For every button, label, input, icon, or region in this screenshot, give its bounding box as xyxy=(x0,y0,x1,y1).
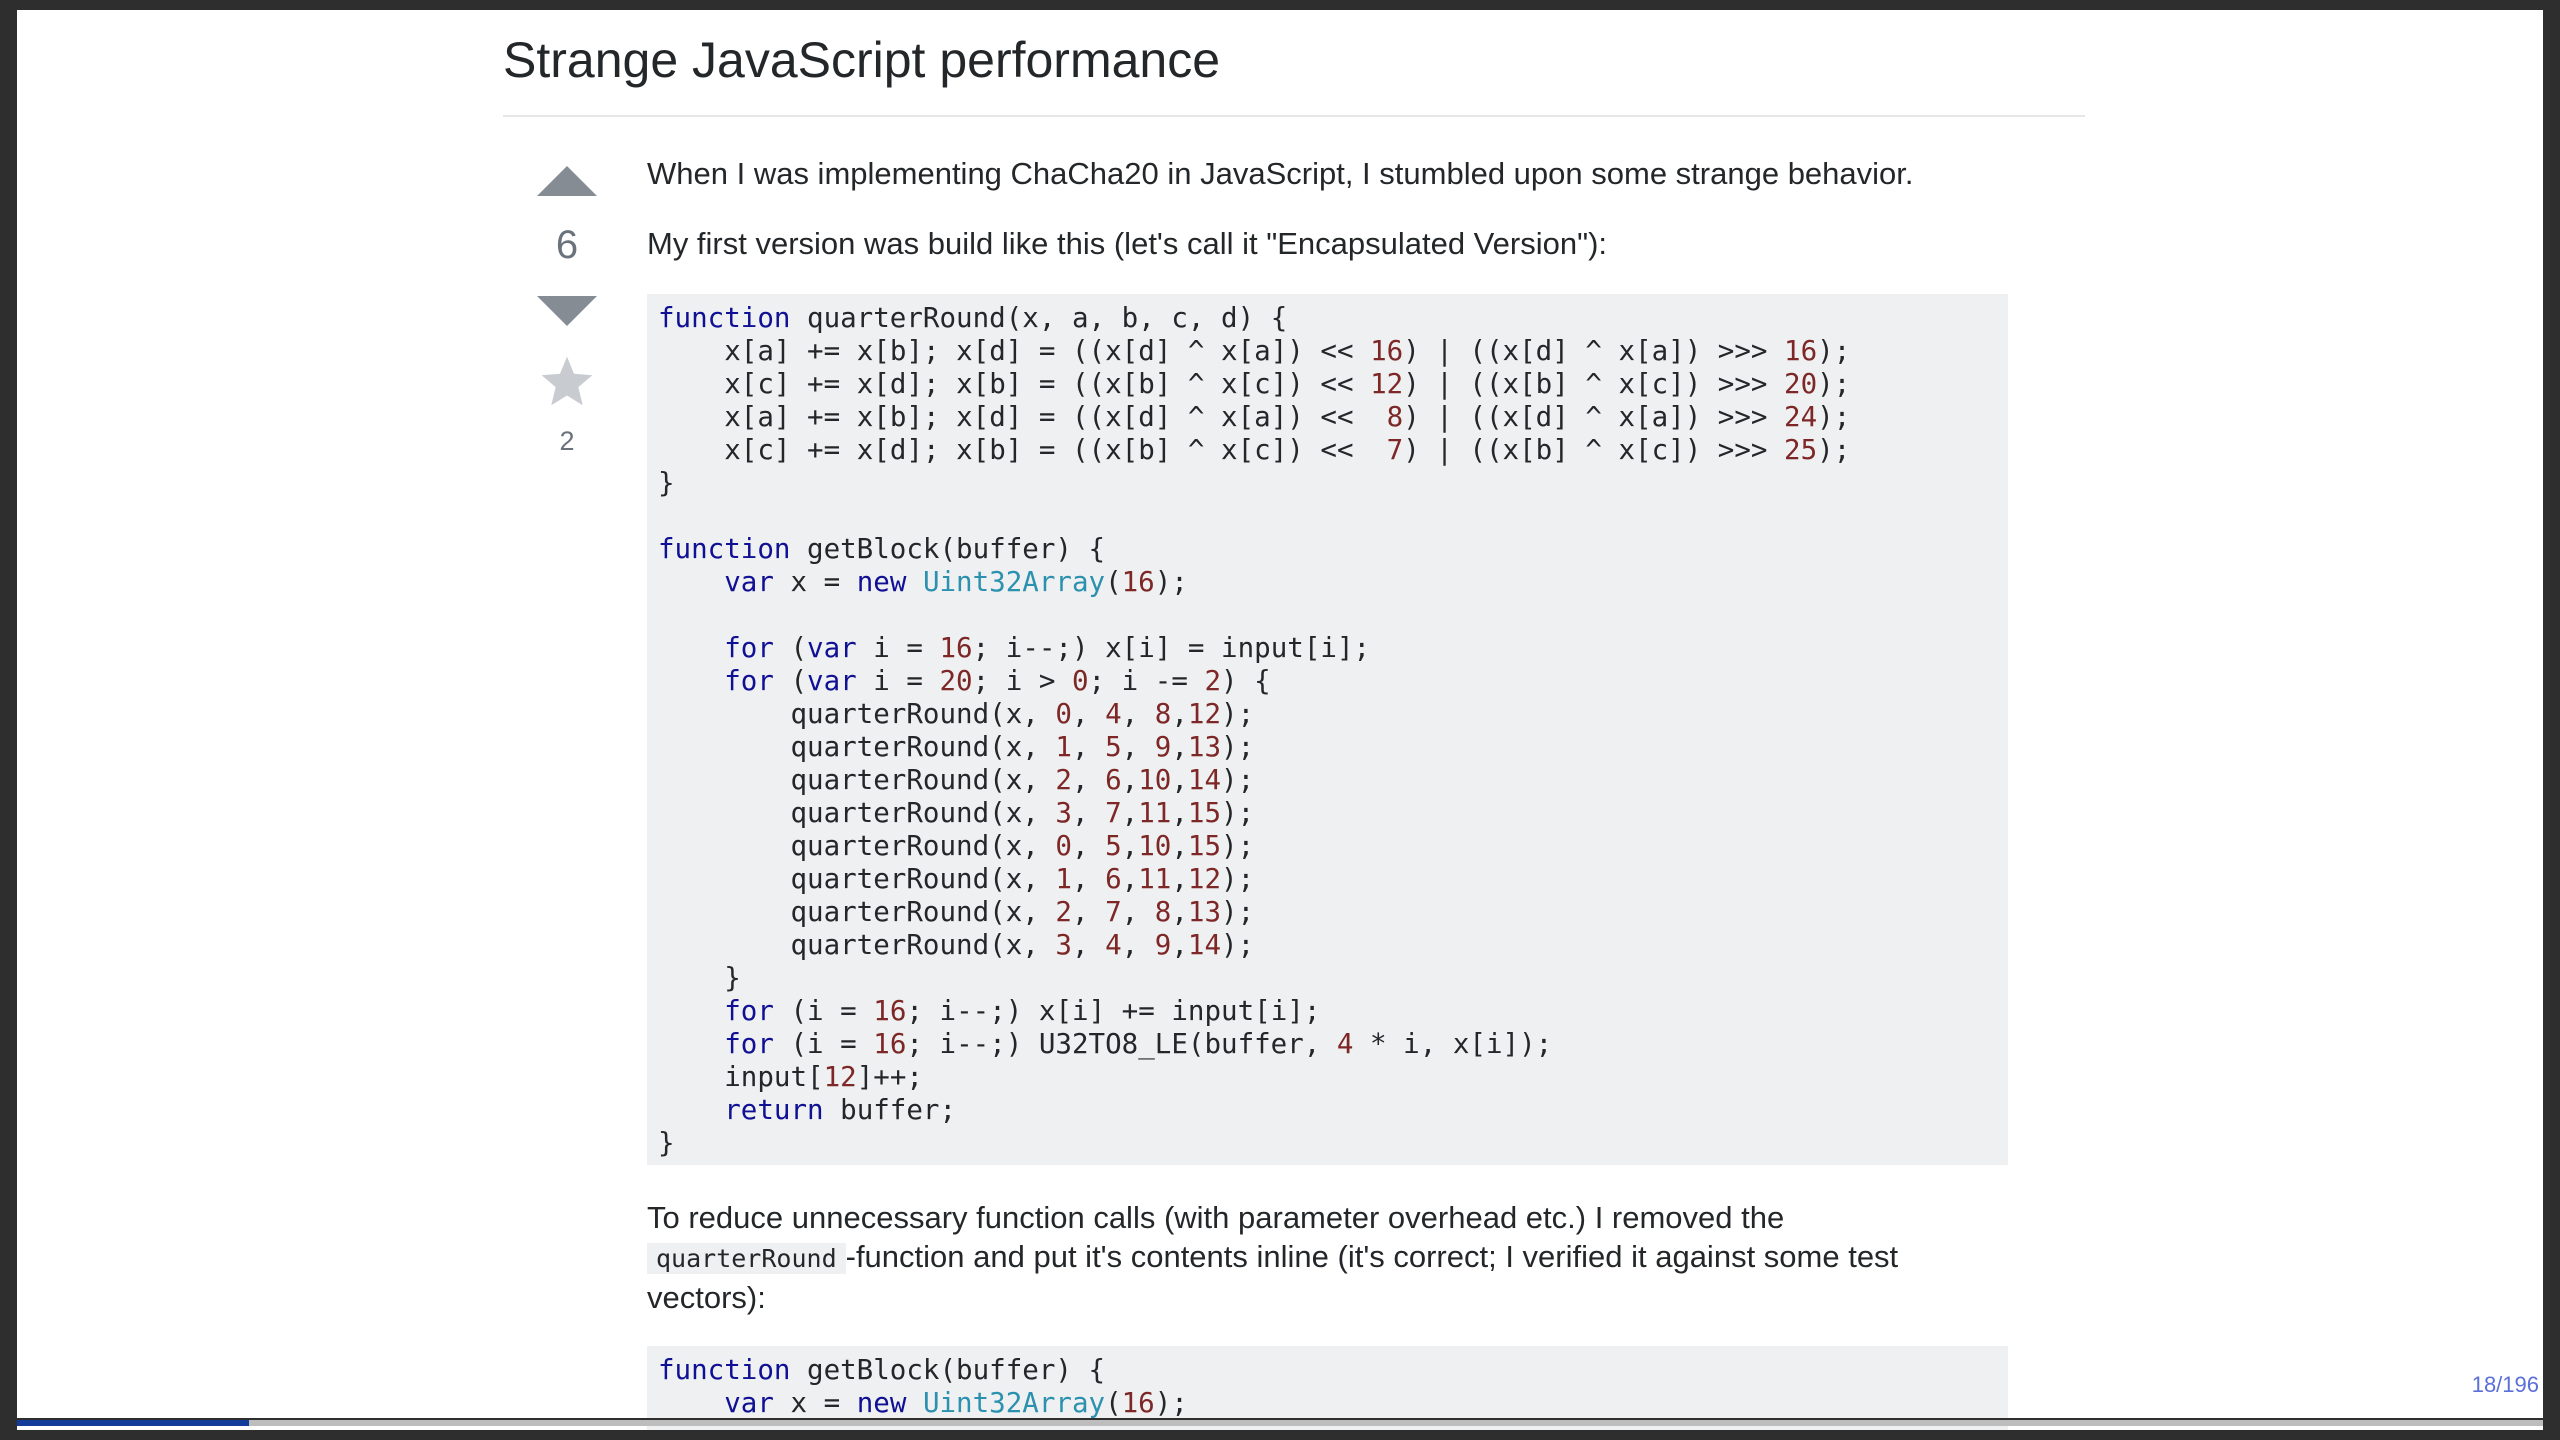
progress-bar[interactable] xyxy=(17,1420,2543,1426)
downvote-arrow-icon[interactable] xyxy=(537,296,597,326)
code-line: x[a] += x[b]; x[d] = ((x[d] ^ x[a]) << 8… xyxy=(724,401,1851,433)
code-line: input[12]++; xyxy=(724,1061,923,1093)
vote-count: 6 xyxy=(555,223,579,267)
title-divider xyxy=(503,115,2085,117)
code-line: quarterRound(x, 0, 4, 8,12); xyxy=(790,698,1255,730)
code-block-lines: function quarterRound(x, a, b, c, d) { x… xyxy=(658,294,2008,1160)
code-line: ​ xyxy=(658,599,2008,632)
code-line: x[c] += x[d]; x[b] = ((x[b] ^ x[c]) << 7… xyxy=(724,434,1851,466)
code-line: return buffer; xyxy=(724,1094,957,1126)
code-line: function quarterRound(x, a, b, c, d) { xyxy=(658,302,1288,334)
page-indicator: 18/196 xyxy=(2471,1372,2539,1397)
code-line: quarterRound(x, 3, 4, 9,14); xyxy=(790,929,1255,961)
favorite-star-icon[interactable] xyxy=(538,353,596,411)
body-paragraph: My first version was build like this (le… xyxy=(647,226,1608,261)
favorite-count: 2 xyxy=(559,426,575,456)
code-line: ​ xyxy=(658,500,2008,533)
code-line: function getBlock(buffer) { xyxy=(658,533,1106,565)
code-line: quarterRound(x, 1, 6,11,12); xyxy=(790,863,1255,895)
code-block-lines: function getBlock(buffer) { var x = new … xyxy=(658,1346,2008,1420)
code-line: quarterRound(x, 2, 6,10,14); xyxy=(790,764,1255,796)
code-line: var x = new Uint32Array(16); xyxy=(724,566,1188,598)
code-line: } xyxy=(658,1127,675,1159)
paragraph-text: To reduce unnecessary function calls (wi… xyxy=(647,1200,1785,1235)
code-line: for (i = 16; i--;) U32TO8_LE(buffer, 4 *… xyxy=(724,1028,1553,1060)
upvote-arrow-icon[interactable] xyxy=(537,166,597,196)
body-paragraph: When I was implementing ChaCha20 in Java… xyxy=(647,156,1914,191)
code-line: quarterRound(x, 2, 7, 8,13); xyxy=(790,896,1255,928)
code-line: } xyxy=(658,467,675,499)
code-line: x[a] += x[b]; x[d] = ((x[d] ^ x[a]) << 1… xyxy=(724,335,1851,367)
code-line: } xyxy=(658,962,741,994)
code-block-encapsulated: function quarterRound(x, a, b, c, d) { x… xyxy=(647,294,2008,1165)
code-line: quarterRound(x, 1, 5, 9,13); xyxy=(790,731,1255,763)
code-line: for (var i = 16; i--;) x[i] = input[i]; xyxy=(724,632,1371,664)
slide: Strange JavaScript performance 6 2 When … xyxy=(17,10,2543,1430)
code-line: x[c] += x[d]; x[b] = ((x[b] ^ x[c]) << 1… xyxy=(724,368,1851,400)
code-line: quarterRound(x, 3, 7,11,15); xyxy=(790,797,1255,829)
progress-fill xyxy=(17,1420,249,1426)
body-paragraph: To reduce unnecessary function calls (wi… xyxy=(647,1198,2007,1317)
code-line: for (var i = 20; i > 0; i -= 2) { xyxy=(724,665,1271,697)
code-line: function getBlock(buffer) { xyxy=(658,1354,1106,1386)
code-line: quarterRound(x, 0, 5,10,15); xyxy=(790,830,1255,862)
code-line: var x = new Uint32Array(16); xyxy=(724,1387,1188,1419)
code-line: for (i = 16; i--;) x[i] += input[i]; xyxy=(724,995,1321,1027)
inline-code: quarterRound xyxy=(647,1243,846,1274)
question-title[interactable]: Strange JavaScript performance xyxy=(503,22,1220,98)
